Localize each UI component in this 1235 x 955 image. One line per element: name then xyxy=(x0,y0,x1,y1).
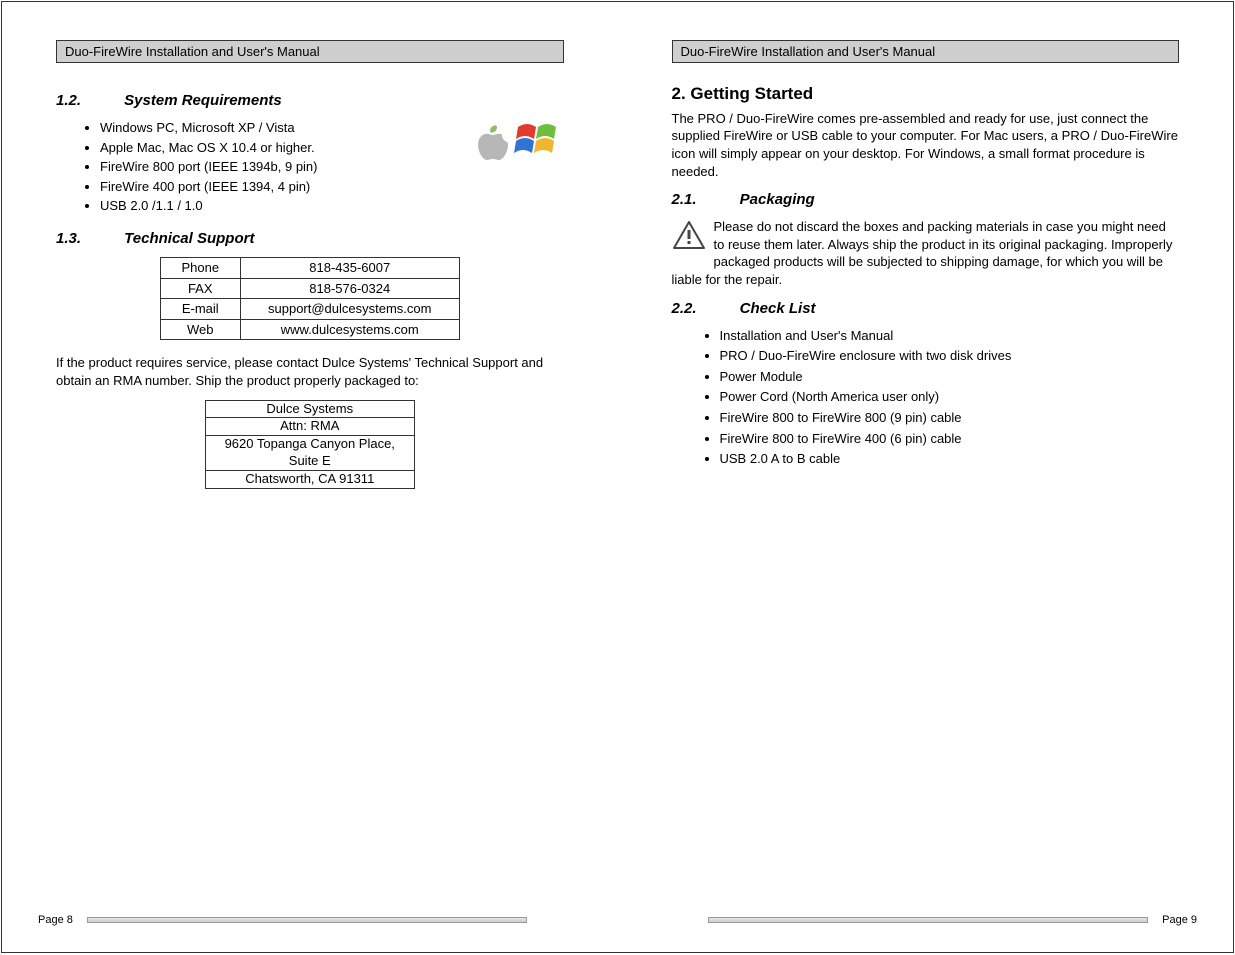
list-item: USB 2.0 A to B cable xyxy=(720,450,1180,468)
table-row: Phone 818-435-6007 xyxy=(160,258,459,279)
packaging-text: Please do not discard the boxes and pack… xyxy=(672,219,1173,287)
warning-icon xyxy=(672,220,706,255)
list-item: Installation and User's Manual xyxy=(720,327,1180,345)
heading-2-2: 2.2. Check List xyxy=(672,299,1180,319)
header-bar-left: Duo-FireWire Installation and User's Man… xyxy=(56,40,564,63)
rma-paragraph: If the product requires service, please … xyxy=(56,354,564,389)
table-row: E-mail support@dulcesystems.com xyxy=(160,299,459,320)
contact-label: FAX xyxy=(160,278,240,299)
contact-value: support@dulcesystems.com xyxy=(240,299,459,320)
list-item: FireWire 800 to FireWire 800 (9 pin) cab… xyxy=(720,409,1180,427)
windows-icon xyxy=(514,121,558,166)
contact-value: 818-576-0324 xyxy=(240,278,459,299)
heading-2-1-num: 2.1. xyxy=(672,190,736,210)
check-list: Installation and User's Manual PRO / Duo… xyxy=(672,327,1180,468)
contact-value: 818-435-6007 xyxy=(240,258,459,279)
heading-1-3: 1.3. Technical Support xyxy=(56,229,564,249)
heading-1-3-title: Technical Support xyxy=(124,230,254,247)
page-right: Duo-FireWire Installation and User's Man… xyxy=(618,2,1234,952)
page-number: Page 8 xyxy=(32,914,79,926)
intro-paragraph: The PRO / Duo-FireWire comes pre-assembl… xyxy=(672,110,1180,180)
list-item: USB 2.0 /1.1 / 1.0 xyxy=(100,197,564,215)
address-table: Dulce Systems Attn: RMA 9620 Topanga Can… xyxy=(205,400,415,489)
content-right: 2. Getting Started The PRO / Duo-FireWir… xyxy=(648,81,1204,482)
heading-1-3-num: 1.3. xyxy=(56,229,120,249)
list-item: FireWire 800 to FireWire 400 (6 pin) cab… xyxy=(720,430,1180,448)
contact-label: Phone xyxy=(160,258,240,279)
table-row: Web www.dulcesystems.com xyxy=(160,319,459,340)
list-item: FireWire 400 port (IEEE 1394, 4 pin) xyxy=(100,178,564,196)
contact-label: Web xyxy=(160,319,240,340)
list-item: Power Cord (North America user only) xyxy=(720,388,1180,406)
heading-1-2: 1.2. System Requirements xyxy=(56,91,564,111)
table-row: FAX 818-576-0324 xyxy=(160,278,459,299)
heading-2-2-title: Check List xyxy=(740,300,816,317)
page-number: Page 9 xyxy=(1156,914,1203,926)
header-title: Duo-FireWire Installation and User's Man… xyxy=(672,40,1180,63)
address-line: Chatsworth, CA 91311 xyxy=(205,471,414,489)
list-item: PRO / Duo-FireWire enclosure with two di… xyxy=(720,347,1180,365)
packaging-block: Please do not discard the boxes and pack… xyxy=(672,218,1180,288)
content-left: 1.2. System Requirements xyxy=(32,81,588,503)
contact-label: E-mail xyxy=(160,299,240,320)
footer-left: Page 8 xyxy=(32,914,588,926)
contact-value: www.dulcesystems.com xyxy=(240,319,459,340)
heading-2-1-title: Packaging xyxy=(740,191,815,208)
footer-rule xyxy=(708,917,1148,923)
footer-rule xyxy=(87,917,527,923)
heading-1-2-num: 1.2. xyxy=(56,91,120,111)
address-line: 9620 Topanga Canyon Place, xyxy=(205,436,414,453)
heading-1-2-title: System Requirements xyxy=(124,92,282,109)
heading-2-1: 2.1. Packaging xyxy=(672,190,1180,210)
heading-2: 2. Getting Started xyxy=(672,83,1180,106)
page-left: Duo-FireWire Installation and User's Man… xyxy=(2,2,618,952)
address-line: Dulce Systems xyxy=(205,400,414,418)
os-logos xyxy=(472,120,558,167)
apple-icon xyxy=(472,120,508,167)
address-line: Suite E xyxy=(205,453,414,470)
header-title: Duo-FireWire Installation and User's Man… xyxy=(56,40,564,63)
list-item: Power Module xyxy=(720,368,1180,386)
footer-right: Page 9 xyxy=(648,914,1204,926)
header-bar-right: Duo-FireWire Installation and User's Man… xyxy=(672,40,1180,63)
address-line: Attn: RMA xyxy=(205,418,414,436)
heading-2-2-num: 2.2. xyxy=(672,299,736,319)
contact-table: Phone 818-435-6007 FAX 818-576-0324 E-ma… xyxy=(160,257,460,340)
